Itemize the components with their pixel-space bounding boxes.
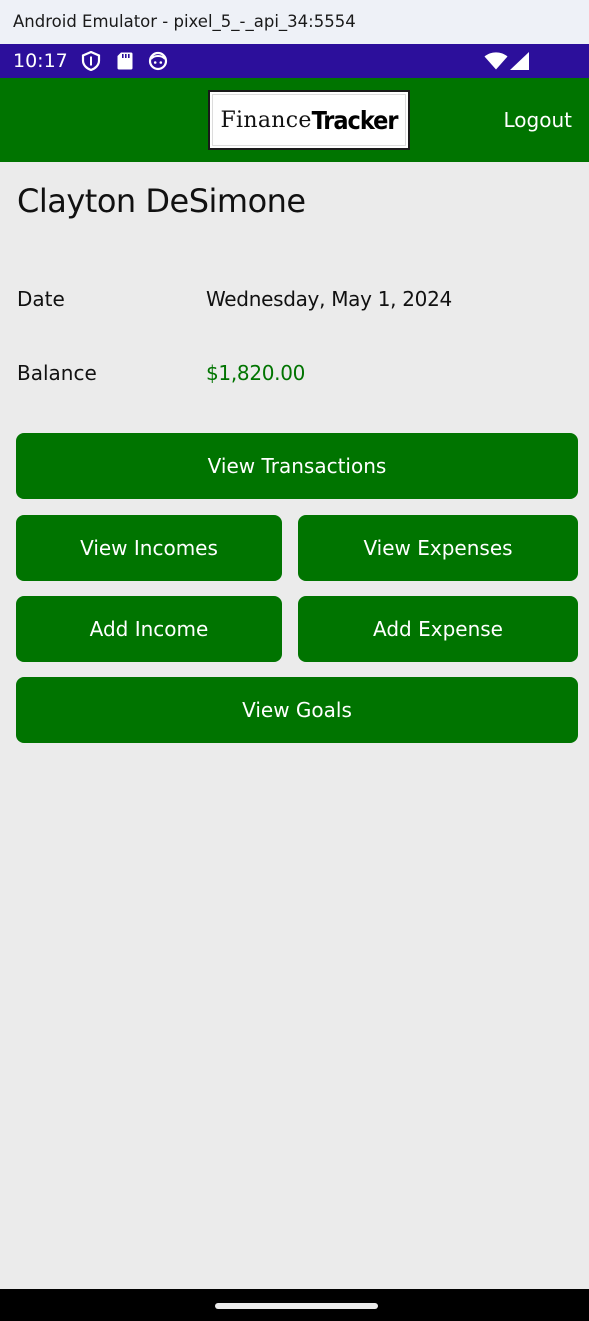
finance-tracker-logo: Finance Tracker bbox=[208, 90, 410, 150]
add-income-button[interactable]: Add Income bbox=[16, 596, 282, 662]
view-incomes-label: View Incomes bbox=[80, 536, 218, 560]
logo-text-tracker: Tracker bbox=[311, 105, 399, 135]
window-title-bar[interactable]: Android Emulator - pixel_5_-_api_34:5554 bbox=[0, 0, 589, 44]
user-name-heading: Clayton DeSimone bbox=[17, 182, 306, 220]
system-navigation-bar bbox=[0, 1289, 589, 1321]
home-gesture-handle[interactable] bbox=[215, 1303, 378, 1309]
date-value: Wednesday, May 1, 2024 bbox=[206, 287, 452, 311]
view-expenses-label: View Expenses bbox=[363, 536, 513, 560]
face-icon bbox=[148, 51, 168, 71]
add-income-label: Add Income bbox=[89, 617, 209, 641]
status-bar: 10:17 bbox=[0, 44, 589, 78]
view-goals-button[interactable]: View Goals bbox=[16, 677, 578, 743]
view-goals-label: View Goals bbox=[242, 698, 352, 722]
cellular-signal-icon bbox=[510, 52, 529, 70]
shield-icon bbox=[81, 51, 101, 71]
date-label: Date bbox=[17, 287, 65, 311]
balance-value: $1,820.00 bbox=[206, 361, 306, 385]
status-time: 10:17 bbox=[13, 50, 68, 72]
sd-card-icon bbox=[117, 52, 133, 70]
add-expense-label: Add Expense bbox=[373, 617, 503, 641]
view-expenses-button[interactable]: View Expenses bbox=[298, 515, 578, 581]
window-title: Android Emulator - pixel_5_-_api_34:5554 bbox=[13, 12, 356, 31]
logout-button[interactable]: Logout bbox=[504, 78, 572, 162]
view-transactions-label: View Transactions bbox=[207, 454, 387, 478]
view-incomes-button[interactable]: View Incomes bbox=[16, 515, 282, 581]
view-transactions-button[interactable]: View Transactions bbox=[16, 433, 578, 499]
logo-text-finance: Finance bbox=[220, 107, 312, 133]
wifi-icon bbox=[484, 52, 508, 70]
add-expense-button[interactable]: Add Expense bbox=[298, 596, 578, 662]
app-header: Finance Tracker Logout bbox=[0, 78, 589, 162]
emulator-window: Android Emulator - pixel_5_-_api_34:5554… bbox=[0, 0, 589, 1321]
balance-label: Balance bbox=[17, 361, 97, 385]
